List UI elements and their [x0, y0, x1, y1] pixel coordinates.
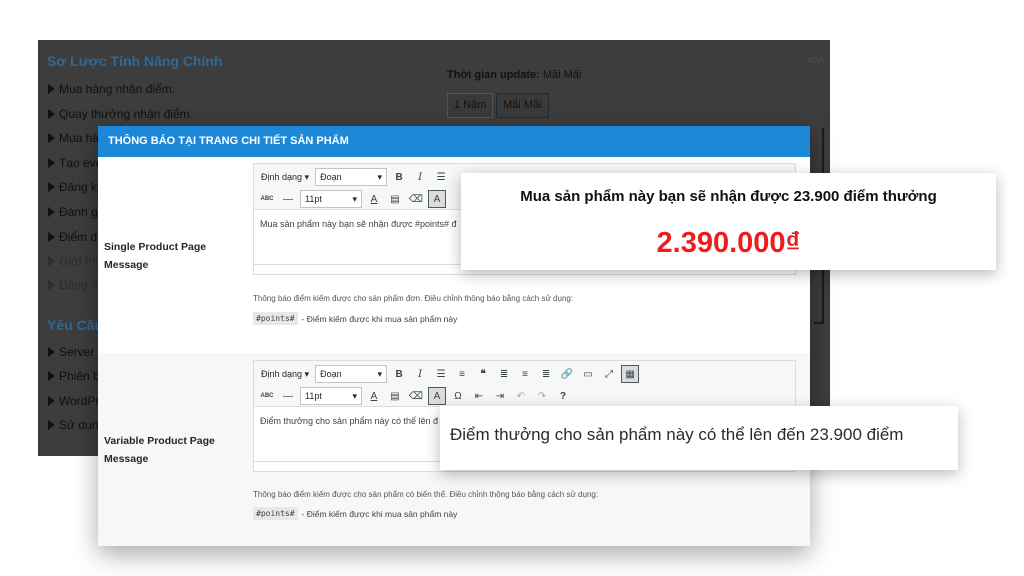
read-more-icon[interactable]: ▭: [579, 365, 597, 383]
plan-1-year-button[interactable]: 1 Năm: [447, 93, 494, 118]
points-tag: #points#: [253, 312, 298, 325]
triangle-bullet-icon: [48, 182, 55, 192]
background-color-icon[interactable]: A: [428, 387, 446, 405]
blockquote-icon[interactable]: ❝: [474, 365, 492, 383]
bold-button[interactable]: B: [390, 168, 408, 186]
bg-list-item: Điểm da: [48, 230, 104, 244]
triangle-bullet-icon: [48, 109, 55, 119]
triangle-bullet-icon: [48, 232, 55, 242]
triangle-bullet-icon: [48, 420, 55, 430]
editor-toolbar: Định dạng ▾ Đoạn ▾ B I ☰ ≡ ❝ ≣ ≡ ≣ 🔗 ▭ ⤢ …: [254, 361, 795, 407]
bg-list-item: Đăng ký: [48, 180, 103, 194]
clear-format-icon[interactable]: ⌫: [407, 190, 425, 208]
triangle-bullet-icon: [48, 256, 55, 266]
triangle-bullet-icon: [48, 207, 55, 217]
bg-update-label: Thời gian update:: [447, 69, 540, 81]
fullscreen-icon[interactable]: ⤢: [600, 365, 618, 383]
bg-close-link[interactable]: XÓA: [807, 56, 824, 65]
variable-product-label: Variable Product Page Message: [104, 435, 215, 465]
bg-list-item: Giới thiệ: [48, 254, 104, 268]
bg-list-item: Mua hàng nhận điểm.: [48, 82, 175, 96]
help-icon[interactable]: ?: [554, 387, 572, 405]
undo-icon[interactable]: ↶: [512, 387, 530, 405]
horizontal-line-button[interactable]: —: [279, 387, 297, 405]
toolbar-toggle-icon[interactable]: ▦: [621, 365, 640, 383]
triangle-bullet-icon: [48, 347, 55, 357]
special-char-icon[interactable]: Ω: [449, 387, 467, 405]
clear-format-icon[interactable]: ⌫: [407, 387, 425, 405]
bg-list-item: Server c: [48, 345, 104, 359]
align-right-icon[interactable]: ≣: [537, 365, 555, 383]
bg-requirements-title: Yêu Cầu: [47, 317, 104, 333]
points-tag-desc: - Điểm kiếm được khi mua sản phẩm này: [301, 508, 458, 519]
background-color-icon[interactable]: A: [428, 190, 446, 208]
points-tag-desc: - Điểm kiếm được khi mua sản phẩm này: [301, 313, 458, 324]
font-size-select[interactable]: 11pt ▾: [300, 387, 362, 405]
stage: Sơ Lược Tính Năng Chính Mua hàng nhận đi…: [0, 0, 1024, 576]
variable-help-text: Thông báo điểm kiếm được cho sản phẩm có…: [253, 490, 599, 499]
numbered-list-icon[interactable]: ≡: [453, 365, 471, 383]
italic-button[interactable]: I: [411, 168, 429, 186]
bg-update-info: Thời gian update: Mãi Mãi: [447, 69, 581, 81]
single-help-text: Thông báo điểm kiếm được cho sản phẩm đơ…: [253, 294, 574, 303]
triangle-bullet-icon: [48, 158, 55, 168]
link-icon[interactable]: 🔗: [558, 365, 576, 383]
triangle-bullet-icon: [48, 280, 55, 290]
redo-icon[interactable]: ↷: [533, 387, 551, 405]
points-tag: #points#: [253, 507, 298, 520]
outdent-icon[interactable]: ⇤: [470, 387, 488, 405]
paragraph-select[interactable]: Đoạn ▾: [315, 168, 388, 186]
paste-text-icon[interactable]: ▤: [386, 387, 404, 405]
bullet-list-icon[interactable]: ☰: [432, 365, 450, 383]
format-dropdown[interactable]: Định dạng ▾: [258, 369, 312, 380]
font-size-select[interactable]: 11pt ▾: [300, 190, 362, 208]
triangle-bullet-icon: [48, 396, 55, 406]
bg-list-item: Tạo eve: [48, 156, 102, 170]
single-preview-price: 2.390.000₫: [656, 227, 801, 259]
bg-list-item: Sử dụng: [48, 418, 105, 432]
bg-list-item: Quay thưởng nhận điểm.: [48, 107, 193, 121]
text-color-icon[interactable]: A: [365, 387, 383, 405]
variable-message-content: Điểm thưởng cho sản phẩm này có thể lên …: [260, 416, 439, 426]
modal-title: THÔNG BÁO TẠI TRANG CHI TIẾT SẢN PHẨM: [98, 126, 810, 157]
format-dropdown[interactable]: Định dạng ▾: [258, 172, 312, 183]
indent-icon[interactable]: ⇥: [491, 387, 509, 405]
bg-list-item: Đăng ?: [48, 278, 98, 292]
paragraph-select[interactable]: Đoạn ▾: [315, 365, 388, 383]
align-center-icon[interactable]: ≡: [516, 365, 534, 383]
horizontal-line-button[interactable]: —: [279, 190, 297, 208]
single-tag-line: #points# - Điểm kiếm được khi mua sản ph…: [253, 312, 457, 325]
single-preview-message: Mua sản phẩm này bạn sẽ nhận được 23.900…: [520, 188, 937, 205]
text-color-icon[interactable]: A: [365, 190, 383, 208]
variable-preview-callout: Điểm thưởng cho sản phẩm này có thể lên …: [440, 406, 958, 470]
bg-section-title: Sơ Lược Tính Năng Chính: [47, 53, 223, 69]
bullet-list-icon[interactable]: ☰: [432, 168, 450, 186]
paste-text-icon[interactable]: ▤: [386, 190, 404, 208]
strikethrough-button[interactable]: ABC: [258, 387, 276, 405]
variable-tag-line: #points# - Điểm kiếm được khi mua sản ph…: [253, 507, 457, 520]
bg-update-value: Mãi Mãi: [542, 69, 582, 81]
variable-preview-message: Điểm thưởng cho sản phẩm này có thể lên …: [450, 425, 904, 444]
single-product-label: Single Product Page Message: [104, 241, 207, 271]
plan-lifetime-button[interactable]: Mãi Mãi: [496, 93, 549, 118]
single-preview-callout: Mua sản phẩm này bạn sẽ nhận được 23.900…: [461, 173, 996, 270]
single-message-content: Mua sản phẩm này bạn sẽ nhận được #point…: [260, 219, 457, 229]
strikethrough-button[interactable]: ABC: [258, 190, 276, 208]
triangle-bullet-icon: [48, 371, 55, 381]
italic-button[interactable]: I: [411, 365, 429, 383]
triangle-bullet-icon: [48, 133, 55, 143]
align-left-icon[interactable]: ≣: [495, 365, 513, 383]
bold-button[interactable]: B: [390, 365, 408, 383]
triangle-bullet-icon: [48, 84, 55, 94]
